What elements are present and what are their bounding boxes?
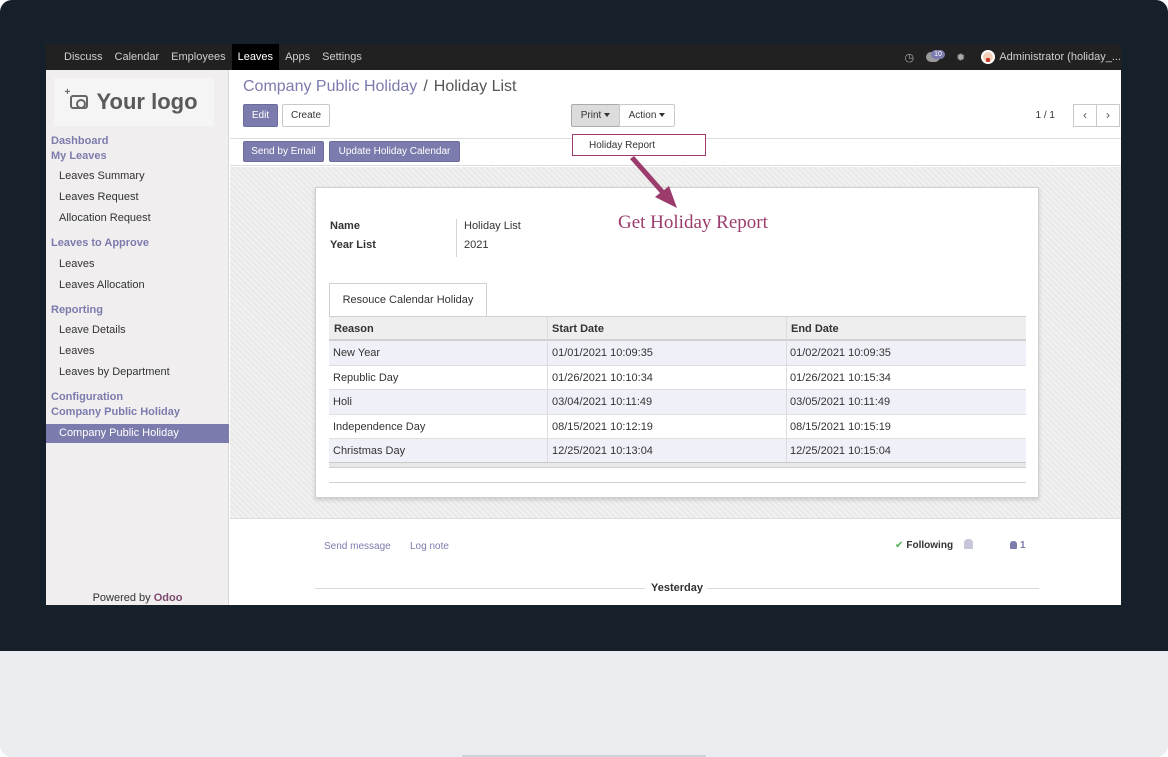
- sidebar-item-leaves-allocation[interactable]: Leaves Allocation: [59, 279, 145, 291]
- date-separator: Yesterday: [651, 582, 703, 594]
- top-menu: Discuss Calendar Employees Leaves Apps S…: [58, 44, 368, 70]
- table-row[interactable]: Independence Day 08/15/2021 10:12:19 08/…: [329, 415, 1026, 439]
- table-footer: [329, 462, 1026, 468]
- menu-calendar[interactable]: Calendar: [109, 44, 166, 70]
- log-note-link[interactable]: Log note: [410, 541, 449, 552]
- menu-settings[interactable]: Settings: [316, 44, 368, 70]
- table-bottom-line: [329, 482, 1026, 483]
- sidebar-item-allocation-request[interactable]: Allocation Request: [59, 212, 151, 224]
- tab-resource-calendar-holiday[interactable]: Resouce Calendar Holiday: [329, 283, 487, 317]
- table-row[interactable]: Holi 03/04/2021 10:11:49 03/05/2021 10:1…: [329, 390, 1026, 415]
- create-button[interactable]: Create: [282, 104, 330, 127]
- following-button[interactable]: ✔ Following: [895, 540, 953, 551]
- sidebar: Your logo Dashboard My Leaves Leaves Sum…: [46, 70, 229, 605]
- divider-line: [315, 588, 645, 589]
- screen: Discuss Calendar Employees Leaves Apps S…: [46, 44, 1121, 605]
- sidebar-item-leave-details[interactable]: Leave Details: [59, 324, 126, 336]
- bell-icon[interactable]: [964, 539, 973, 549]
- odoo-link[interactable]: Odoo: [154, 592, 183, 604]
- divider-line: [707, 588, 1039, 589]
- print-dropdown-menu: Holiday Report: [572, 134, 706, 156]
- form-view: Name Holiday List Year List 2021 Get Hol…: [230, 167, 1121, 519]
- control-panel: Company Public Holiday / Holiday List Edit…: [230, 70, 1121, 139]
- sidebar-leaves-to-approve[interactable]: Leaves to Approve: [51, 237, 149, 249]
- clock-icon[interactable]: ◷: [905, 51, 915, 64]
- table-row[interactable]: Republic Day 01/26/2021 10:10:34 01/26/2…: [329, 366, 1026, 390]
- sidebar-configuration[interactable]: Configuration: [51, 391, 123, 403]
- pager-previous-button[interactable]: ‹: [1073, 104, 1097, 127]
- camera-icon: [64, 87, 89, 109]
- menu-apps[interactable]: Apps: [279, 44, 316, 70]
- annotation-text: Get Holiday Report: [618, 212, 768, 233]
- breadcrumb-parent[interactable]: Company Public Holiday: [243, 78, 417, 95]
- message-count-badge: 10: [931, 50, 945, 59]
- menu-discuss[interactable]: Discuss: [58, 44, 109, 70]
- avatar[interactable]: [981, 50, 996, 64]
- column-header-start-date[interactable]: Start Date: [552, 323, 604, 335]
- form-sheet: Name Holiday List Year List 2021 Get Hol…: [315, 187, 1039, 498]
- bug-icon[interactable]: ✹: [956, 51, 965, 64]
- column-header-end-date[interactable]: End Date: [791, 323, 839, 335]
- sidebar-item-company-public-holiday[interactable]: Company Public Holiday: [46, 424, 229, 443]
- top-navbar: Discuss Calendar Employees Leaves Apps S…: [46, 44, 1121, 70]
- sidebar-item-reporting-leaves[interactable]: Leaves: [59, 345, 94, 357]
- year-value: 2021: [464, 239, 489, 251]
- sidebar-my-leaves[interactable]: My Leaves: [51, 150, 107, 162]
- pager-value[interactable]: 1 / 1: [1036, 110, 1055, 121]
- table-header: Reason Start Date End Date: [329, 317, 1026, 341]
- powered-by: Powered by Odoo: [92, 592, 183, 604]
- caret-down-icon: [604, 113, 611, 118]
- caret-down-icon: [659, 113, 666, 118]
- menu-employees[interactable]: Employees: [165, 44, 231, 70]
- check-icon: ✔: [895, 540, 904, 551]
- field-separator: [456, 219, 457, 257]
- breadcrumb: Company Public Holiday / Holiday List: [243, 78, 516, 96]
- followers-button[interactable]: 1: [1010, 540, 1026, 551]
- menu-leaves[interactable]: Leaves: [231, 44, 280, 70]
- messages-icon[interactable]: 10: [926, 50, 945, 62]
- sidebar-item-leaves-request[interactable]: Leaves Request: [59, 191, 139, 203]
- breadcrumb-separator: /: [423, 78, 428, 95]
- logo-text: Your logo: [96, 89, 198, 114]
- column-separator: [547, 317, 548, 464]
- print-dropdown-button[interactable]: Print: [571, 104, 620, 127]
- edit-button[interactable]: Edit: [243, 104, 278, 127]
- menu-item-holiday-report[interactable]: Holiday Report: [589, 140, 655, 151]
- name-label: Name: [330, 220, 360, 232]
- page-title: Holiday List: [433, 78, 517, 95]
- send-message-link[interactable]: Send message: [324, 541, 391, 552]
- update-holiday-calendar-button[interactable]: Update Holiday Calendar: [329, 141, 460, 162]
- user-menu[interactable]: Administrator (holiday_...: [999, 51, 1121, 63]
- main-content: Company Public Holiday / Holiday List Edit…: [230, 70, 1121, 605]
- sidebar-reporting[interactable]: Reporting: [51, 304, 103, 316]
- table-row[interactable]: New Year 01/01/2021 10:09:35 01/02/2021 …: [329, 341, 1026, 366]
- year-label: Year List: [330, 239, 376, 251]
- company-logo[interactable]: Your logo: [54, 78, 214, 126]
- chevron-left-icon: ‹: [1083, 108, 1087, 122]
- sidebar-item-label: Company Public Holiday: [59, 427, 179, 439]
- monitor-stand: [0, 651, 1168, 757]
- sidebar-item-leaves[interactable]: Leaves: [59, 258, 94, 270]
- user-icon: [1010, 541, 1017, 549]
- chevron-right-icon: ›: [1106, 108, 1110, 122]
- chatter: Send message Log note ✔ Following 1 Yeste…: [230, 520, 1121, 605]
- send-by-email-button[interactable]: Send by Email: [243, 141, 324, 162]
- holiday-table: Reason Start Date End Date New Year 01/0…: [329, 316, 1026, 464]
- table-row[interactable]: Christmas Day 12/25/2021 10:13:04 12/25/…: [329, 439, 1026, 464]
- column-separator: [786, 317, 787, 464]
- name-value: Holiday List: [464, 220, 521, 232]
- systray: ◷ 10 ✹ Administrator (holiday_...: [897, 44, 1121, 70]
- sidebar-dashboard[interactable]: Dashboard: [51, 135, 108, 147]
- column-header-reason[interactable]: Reason: [334, 323, 374, 335]
- sidebar-item-leaves-by-department[interactable]: Leaves by Department: [59, 366, 170, 378]
- action-dropdown-button[interactable]: Action: [619, 104, 675, 127]
- pager-next-button[interactable]: ›: [1096, 104, 1120, 127]
- sidebar-company-public-holiday-group[interactable]: Company Public Holiday: [51, 406, 180, 418]
- sidebar-item-leaves-summary[interactable]: Leaves Summary: [59, 170, 145, 182]
